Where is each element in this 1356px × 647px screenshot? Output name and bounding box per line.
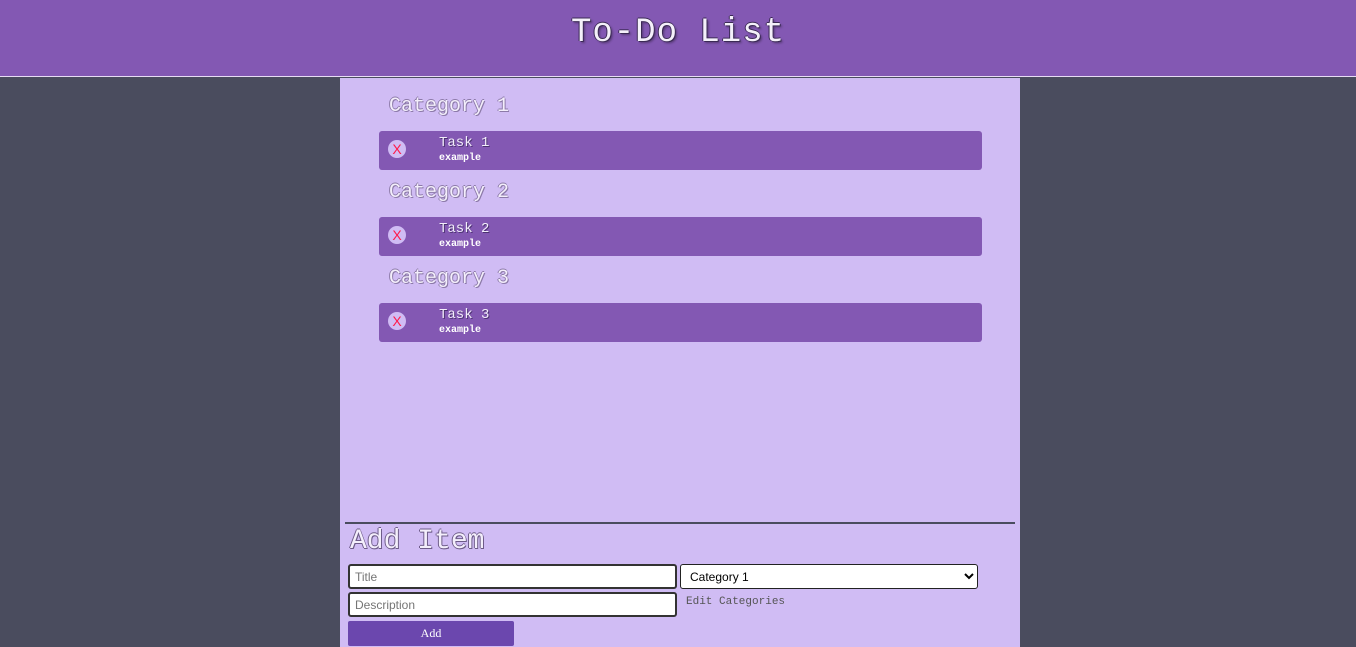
delete-task-icon[interactable]: X: [388, 140, 406, 158]
task-item: X Task 1 example: [379, 131, 982, 170]
description-input[interactable]: [348, 592, 677, 617]
task-title: Task 2: [439, 221, 490, 237]
title-input[interactable]: [348, 564, 677, 589]
section-divider: [345, 522, 1015, 524]
task-description: example: [439, 325, 482, 336]
task-title: Task 1: [439, 135, 490, 151]
task-title: Task 3: [439, 307, 490, 323]
delete-task-icon[interactable]: X: [388, 312, 406, 330]
edit-categories-link[interactable]: Edit Categories: [686, 596, 785, 608]
app-header: To-Do List: [0, 0, 1356, 77]
category-heading: Category 2: [389, 181, 510, 204]
add-button[interactable]: Add: [348, 621, 514, 646]
category-heading: Category 1: [389, 95, 510, 118]
page-title: To-Do List: [570, 14, 786, 52]
task-description: example: [439, 239, 482, 250]
delete-task-icon[interactable]: X: [388, 226, 406, 244]
add-item-heading: Add Item: [350, 526, 485, 557]
task-description: example: [439, 153, 482, 164]
task-item: X Task 2 example: [379, 217, 982, 256]
category-heading: Category 3: [389, 267, 510, 290]
category-select[interactable]: Category 1: [680, 564, 978, 589]
todo-panel: Category 1 X Task 1 example Category 2 X…: [340, 78, 1020, 647]
task-item: X Task 3 example: [379, 303, 982, 342]
